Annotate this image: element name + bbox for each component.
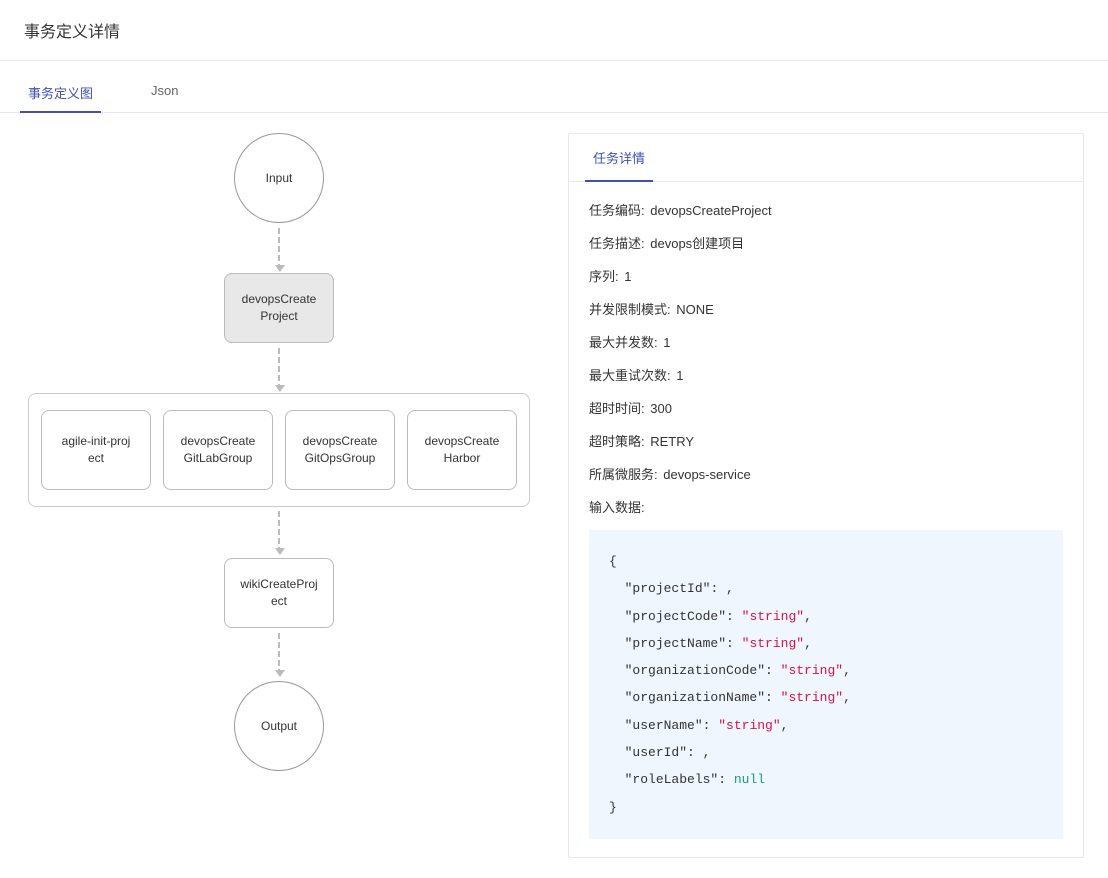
node-output[interactable]: Output <box>234 681 324 771</box>
field-max-retry: 最大重试次数: 1 <box>589 365 1063 384</box>
label: 任务描述: <box>589 236 645 251</box>
node-input[interactable]: Input <box>234 133 324 223</box>
label: 最大并发数: <box>589 335 658 350</box>
node-agile-init-project[interactable]: agile-init-project <box>41 410 151 490</box>
field-timeout: 超时时间: 300 <box>589 398 1063 417</box>
field-input-data-label: 输入数据: <box>589 497 1063 516</box>
input-json-code: { "projectId": , "projectCode": "string"… <box>589 530 1063 839</box>
node-wiki-create-project[interactable]: wikiCreateProject <box>224 558 334 628</box>
page-title: 事务定义详情 <box>0 0 1108 61</box>
value: 1 <box>663 335 670 350</box>
label: 并发限制模式: <box>589 302 671 317</box>
tab-diagram[interactable]: 事务定义图 <box>24 73 97 112</box>
node-devops-create-gitlab-group[interactable]: devopsCreateGitLabGroup <box>163 410 273 490</box>
value: 1 <box>624 269 631 284</box>
node-devops-create-project[interactable]: devopsCreateProject <box>224 273 334 343</box>
label: 序列: <box>589 269 619 284</box>
value: RETRY <box>650 434 694 449</box>
field-limit-mode: 并发限制模式: NONE <box>589 299 1063 318</box>
arrow <box>278 228 280 270</box>
node-devops-create-gitops-group[interactable]: devopsCreateGitOpsGroup <box>285 410 395 490</box>
detail-body: 任务编码: devopsCreateProject 任务描述: devops创建… <box>569 182 1083 857</box>
tab-task-detail[interactable]: 任务详情 <box>589 134 649 181</box>
tab-json[interactable]: Json <box>147 73 182 112</box>
content-area: Input devopsCreateProject agile-init-pro… <box>0 113 1108 878</box>
node-group[interactable]: agile-init-project devopsCreateGitLabGro… <box>28 393 530 507</box>
label: 任务编码: <box>589 203 645 218</box>
value: devops-service <box>663 467 750 482</box>
node-devops-create-harbor[interactable]: devopsCreateHarbor <box>407 410 517 490</box>
detail-panel: 任务详情 任务编码: devopsCreateProject 任务描述: dev… <box>568 133 1084 858</box>
arrow <box>278 511 280 553</box>
field-timeout-policy: 超时策略: RETRY <box>589 431 1063 450</box>
field-microservice: 所属微服务: devops-service <box>589 464 1063 483</box>
label: 超时策略: <box>589 434 645 449</box>
field-max-concurrency: 最大并发数: 1 <box>589 332 1063 351</box>
arrow <box>278 348 280 390</box>
value: NONE <box>676 302 714 317</box>
label: 所属微服务: <box>589 467 658 482</box>
label: 超时时间: <box>589 401 645 416</box>
diagram-panel: Input devopsCreateProject agile-init-pro… <box>24 133 544 833</box>
value: devops创建项目 <box>650 236 744 251</box>
value: devopsCreateProject <box>650 203 771 218</box>
field-task-desc: 任务描述: devops创建项目 <box>589 233 1063 252</box>
field-sequence: 序列: 1 <box>589 266 1063 285</box>
field-task-code: 任务编码: devopsCreateProject <box>589 200 1063 219</box>
label: 最大重试次数: <box>589 368 671 383</box>
detail-tabs: 任务详情 <box>569 134 1083 182</box>
label: 输入数据: <box>589 500 645 515</box>
value: 1 <box>676 368 683 383</box>
value: 300 <box>650 401 672 416</box>
arrow <box>278 633 280 675</box>
top-tabs: 事务定义图 Json <box>0 73 1108 113</box>
